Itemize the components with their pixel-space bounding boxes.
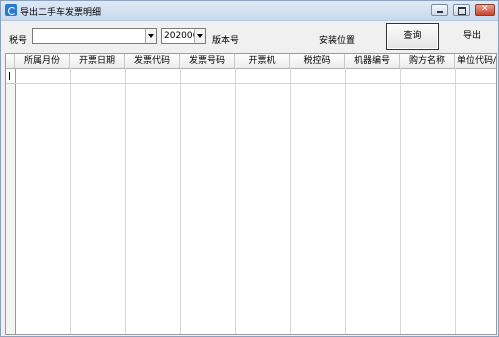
maximize-button[interactable] [453, 4, 470, 16]
close-button[interactable] [475, 4, 495, 16]
minimize-button[interactable] [431, 4, 448, 16]
chevron-down-icon[interactable] [145, 29, 156, 43]
column-header[interactable]: 机器编号 [345, 54, 400, 68]
export-window: 导出二手车发票明细 税号 202006 版本号 安装位置 查询 导出 所属月份 … [0, 0, 499, 337]
corner-cell [6, 54, 15, 68]
column-header[interactable]: 所属月份 [15, 54, 70, 68]
row-header-column [6, 54, 16, 334]
grid-header: 所属月份 开票日期 发票代码 发票号码 开票机 税控码 机器编号 购方名称 单位… [6, 54, 496, 69]
tax-number-label: 税号 [9, 36, 28, 46]
column-divider [125, 68, 126, 334]
column-header[interactable]: 发票代码 [125, 54, 180, 68]
current-row-marker [6, 69, 15, 84]
column-header[interactable]: 开票日期 [70, 54, 125, 68]
install-location-label: 安装位置 [319, 36, 356, 46]
column-divider [290, 68, 291, 334]
export-button[interactable]: 导出 [456, 26, 488, 46]
query-button[interactable]: 查询 [386, 23, 439, 50]
column-divider [235, 68, 236, 334]
invoice-grid[interactable]: 所属月份 开票日期 发票代码 发票号码 开票机 税控码 机器编号 购方名称 单位… [5, 53, 497, 335]
column-header[interactable]: 开票机 [235, 54, 290, 68]
column-header[interactable]: 购方名称 [400, 54, 455, 68]
window-title: 导出二手车发票明细 [20, 8, 102, 18]
app-icon [5, 4, 17, 16]
column-header[interactable]: 单位代码/身 [455, 54, 496, 68]
column-divider [400, 68, 401, 334]
column-divider [345, 68, 346, 334]
period-select[interactable]: 202006 [161, 28, 206, 44]
column-header[interactable]: 税控码 [290, 54, 345, 68]
title-bar: 导出二手车发票明细 [1, 1, 498, 21]
tax-number-select[interactable] [32, 28, 157, 44]
chevron-down-icon[interactable] [194, 29, 205, 43]
column-divider [180, 68, 181, 334]
table-row[interactable] [15, 69, 496, 84]
column-divider [70, 68, 71, 334]
toolbar: 税号 202006 版本号 安装位置 查询 导出 [1, 21, 498, 53]
version-label: 版本号 [212, 36, 240, 46]
column-divider [455, 68, 456, 334]
column-header[interactable]: 发票号码 [180, 54, 235, 68]
